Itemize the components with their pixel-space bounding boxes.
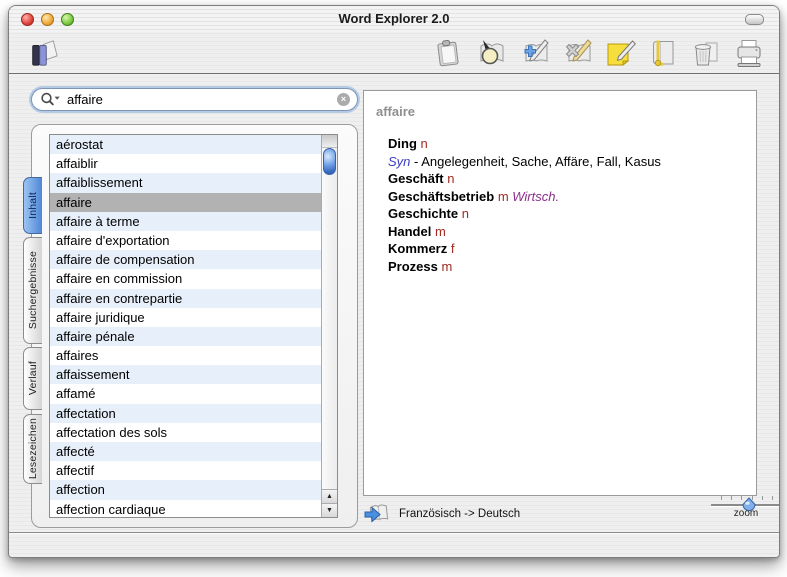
tab-label: Verlauf <box>27 361 39 396</box>
list-item[interactable]: affaire pénale <box>50 326 321 347</box>
footer-divider <box>9 532 779 534</box>
entry-gender: f <box>447 241 455 256</box>
search-book-icon[interactable] <box>473 37 509 69</box>
list-item[interactable]: affectif <box>50 461 321 480</box>
collapse-button[interactable] <box>745 14 764 25</box>
word-list-frame: aérostat affaiblir affaiblissement affaire a… <box>31 124 358 528</box>
entry-gender: m <box>494 188 509 204</box>
list-item[interactable]: affamé <box>50 384 321 403</box>
clear-search-icon[interactable]: × <box>337 93 350 106</box>
entry-word: Ding <box>388 136 417 151</box>
tab-lesezeichen[interactable]: Lesezeichen <box>23 414 42 484</box>
entry-word: Prozess <box>388 258 438 274</box>
entry-lines: Ding n Syn - Angelegenheit, Sache, Affäre… <box>376 135 744 275</box>
content-area: × Inhalt Suchergebnisse Verlauf Lesezeic… <box>9 74 779 557</box>
definition-panel: affaire Ding n Syn - Angelegenheit, Sache… <box>363 90 757 496</box>
scroll-up-button[interactable]: ▲ <box>322 489 337 503</box>
dictionary-entry-line: Geschäftsbetrieb m Wirtsch. <box>388 188 744 206</box>
title-bar[interactable]: Word Explorer 2.0 <box>9 6 779 32</box>
tab-suchergebnisse[interactable]: Suchergebnisse <box>23 237 42 344</box>
status-bar: Französisch -> Deutsch <box>363 498 757 530</box>
list-item[interactable]: affaiblir <box>50 154 321 173</box>
list-item[interactable]: affaire de compensation <box>50 250 321 270</box>
dictionary-entry-line: Prozess m <box>388 258 744 276</box>
list-scrollbar[interactable]: ▲ ▼ <box>321 135 337 517</box>
entry-word: Kommerz <box>388 241 448 256</box>
entry-syntext: - Angelegenheit, Sache, Affäre, Fall, Ka… <box>410 153 661 169</box>
dictionary-entry-line: Geschichte n <box>388 205 744 223</box>
delete-entry-icon[interactable] <box>559 37 595 69</box>
dictionary-entry-line: Geschäft n <box>388 170 744 188</box>
zoom-slider-thumb[interactable] <box>742 497 756 512</box>
tab-label: Lesezeichen <box>27 418 39 480</box>
scroll-down-button[interactable]: ▼ <box>322 503 337 517</box>
entry-word: Geschichte <box>388 206 459 221</box>
tab-inhalt[interactable]: Inhalt <box>23 177 42 234</box>
list-item[interactable]: affaires <box>50 346 321 365</box>
list-item[interactable]: affaire à terme <box>50 211 321 231</box>
print-icon[interactable] <box>731 37 767 69</box>
entry-gender: n <box>443 171 455 186</box>
list-item[interactable]: affaissement <box>50 365 321 385</box>
list-item[interactable]: affectation <box>50 403 321 423</box>
add-entry-icon[interactable] <box>516 37 552 69</box>
bookmark-icon[interactable] <box>645 37 681 69</box>
entry-domain: Wirtsch. <box>508 188 560 204</box>
entry-gender: m <box>431 223 446 239</box>
entry-gender: n <box>458 206 469 221</box>
trash-icon[interactable] <box>688 37 724 69</box>
entry-gender: n <box>416 136 428 151</box>
entry-word: Handel <box>388 223 432 239</box>
toolbar <box>9 32 779 74</box>
entry-word: Geschäftsbetrieb <box>388 188 495 204</box>
dictionary-direction-label: Französisch -> Deutsch <box>399 508 521 520</box>
list-item[interactable]: aérostat <box>50 135 321 155</box>
list-item[interactable]: affaire <box>50 192 321 212</box>
window-title: Word Explorer 2.0 <box>338 11 450 26</box>
search-input[interactable] <box>65 91 337 108</box>
entry-gender: m <box>437 258 453 274</box>
tab-verlauf[interactable]: Verlauf <box>23 347 42 410</box>
clipboard-icon[interactable] <box>430 37 466 69</box>
list-item[interactable]: affaire juridique <box>50 308 321 327</box>
tab-label: Suchergebnisse <box>27 251 39 330</box>
tab-label: Inhalt <box>27 192 39 219</box>
entry-syn: Syn <box>388 153 411 169</box>
scrollbar-track-cap <box>322 135 337 148</box>
library-icon[interactable] <box>25 37 61 69</box>
dictionary-entry-line: Ding n <box>388 135 744 153</box>
note-icon[interactable] <box>602 37 638 69</box>
list-item[interactable]: affaire en commission <box>50 269 321 288</box>
app-window: Word Explorer 2.0 affaire × Inhalt Suche… <box>8 5 780 558</box>
list-item[interactable]: affaire en contrepartie <box>50 288 321 308</box>
dictionary-entry-line: Handel m <box>388 223 744 241</box>
dictionary-direction-icon <box>363 502 391 526</box>
list-item[interactable]: affaiblissement <box>50 173 321 193</box>
scrollbar-thumb[interactable] <box>323 148 336 175</box>
headword: affaire <box>376 104 416 119</box>
search-icon[interactable] <box>40 92 61 107</box>
dictionary-entry-line: Syn - Angelegenheit, Sache, Affäre, Fall… <box>388 153 744 171</box>
list-item[interactable]: affaire d'exportation <box>50 231 321 250</box>
word-list: aérostat affaiblir affaiblissement affaire a… <box>50 135 321 517</box>
zoom-slider[interactable]: zoom <box>703 496 779 519</box>
list-item[interactable]: affectation des sols <box>50 423 321 442</box>
list-item[interactable]: affecté <box>50 442 321 462</box>
list-item[interactable]: affection cardiaque <box>50 500 321 517</box>
search-field[interactable]: × <box>31 88 358 111</box>
list-item[interactable]: affection <box>50 480 321 500</box>
dictionary-entry-line: Kommerz f <box>388 240 744 258</box>
entry-word: Geschäft <box>388 171 444 186</box>
